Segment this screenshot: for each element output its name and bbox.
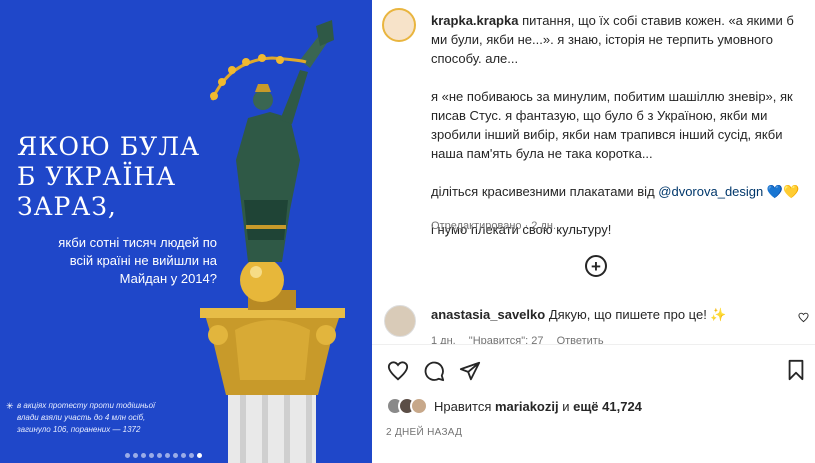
likes-count[interactable]: ещё 41,724 xyxy=(573,399,642,414)
image-headline: ЯКОЮ БУЛА Б УКРАЇНА ЗАРАЗ, xyxy=(17,132,217,222)
post-image[interactable]: ЯКОЮ БУЛА Б УКРАЇНА ЗАРАЗ, якби сотні ти… xyxy=(0,0,372,463)
comment: anastasia_savelko Дякую, що пишете про ц… xyxy=(431,306,791,324)
commenter-username[interactable]: anastasia_savelko xyxy=(431,307,545,322)
image-footnote: в акціях протесту проти тодішньої влади … xyxy=(17,400,187,436)
comment-icon[interactable] xyxy=(422,359,446,383)
headline-line: Б УКРАЇНА xyxy=(17,162,177,191)
carousel-dot[interactable] xyxy=(141,453,146,458)
mention-link[interactable]: @dvorova_design xyxy=(658,184,763,199)
headline-line: ЯКОЮ БУЛА xyxy=(17,132,201,161)
comment-like-icon[interactable] xyxy=(798,312,809,323)
action-bar xyxy=(386,359,482,383)
heart-emojis: 💙💛 xyxy=(763,184,800,199)
commenter-avatar[interactable] xyxy=(384,305,416,337)
caption-para-3: діліться красивезними плакатами від xyxy=(431,184,659,199)
carousel-dot[interactable] xyxy=(149,453,154,458)
footnote-line: загинуло 106, поранених — 1372 xyxy=(17,425,141,434)
caption-para-2: я «не побиваюсь за минулим, побитим шаші… xyxy=(431,89,793,161)
footnote-line: в акціях протесту проти тодішньої xyxy=(17,401,155,410)
carousel-dot[interactable] xyxy=(181,453,186,458)
footnote-line: влади взяли участь до 4 млн осіб, xyxy=(17,413,146,422)
carousel-dot[interactable] xyxy=(173,453,178,458)
save-icon[interactable] xyxy=(785,359,809,383)
carousel-dot[interactable] xyxy=(125,453,130,458)
load-more-comments-icon[interactable]: + xyxy=(585,255,607,277)
comment-text: Дякую, що пишете про це! ✨ xyxy=(548,307,727,322)
carousel-dot[interactable] xyxy=(197,453,202,458)
carousel-dots[interactable] xyxy=(125,453,202,458)
star-icon: ✳ xyxy=(6,401,14,411)
monument-illustration xyxy=(200,20,345,463)
post-date: 2 ДНЕЙ НАЗАД xyxy=(386,427,463,438)
subtext-line: всій країні не вийшли на xyxy=(69,253,217,268)
author-avatar[interactable] xyxy=(382,8,416,42)
like-icon[interactable] xyxy=(386,359,410,383)
author-username[interactable]: krapka.krapka xyxy=(431,13,518,28)
liker-username[interactable]: mariakozij xyxy=(495,399,559,414)
likes-conj: и xyxy=(562,398,570,414)
carousel-dot[interactable] xyxy=(189,453,194,458)
headline-line: ЗАРАЗ, xyxy=(17,192,117,221)
likes-summary: Нравится mariakozij и ещё 41,724 xyxy=(386,397,642,415)
share-icon[interactable] xyxy=(458,359,482,383)
liker-avatar[interactable] xyxy=(410,397,428,415)
likes-prefix: Нравится xyxy=(434,398,492,414)
caption-meta: Отредактировано · 2 дн. xyxy=(431,220,557,232)
post-sidebar: krapka.krapka питання, що їх собі ставив… xyxy=(372,0,815,463)
divider xyxy=(372,344,815,345)
subtext-line: Майдан у 2014? xyxy=(119,271,217,286)
carousel-dot[interactable] xyxy=(133,453,138,458)
carousel-dot[interactable] xyxy=(157,453,162,458)
image-subtext: якби сотні тисяч людей по всій країні не… xyxy=(17,234,217,288)
carousel-dot[interactable] xyxy=(165,453,170,458)
subtext-line: якби сотні тисяч людей по xyxy=(58,235,217,250)
